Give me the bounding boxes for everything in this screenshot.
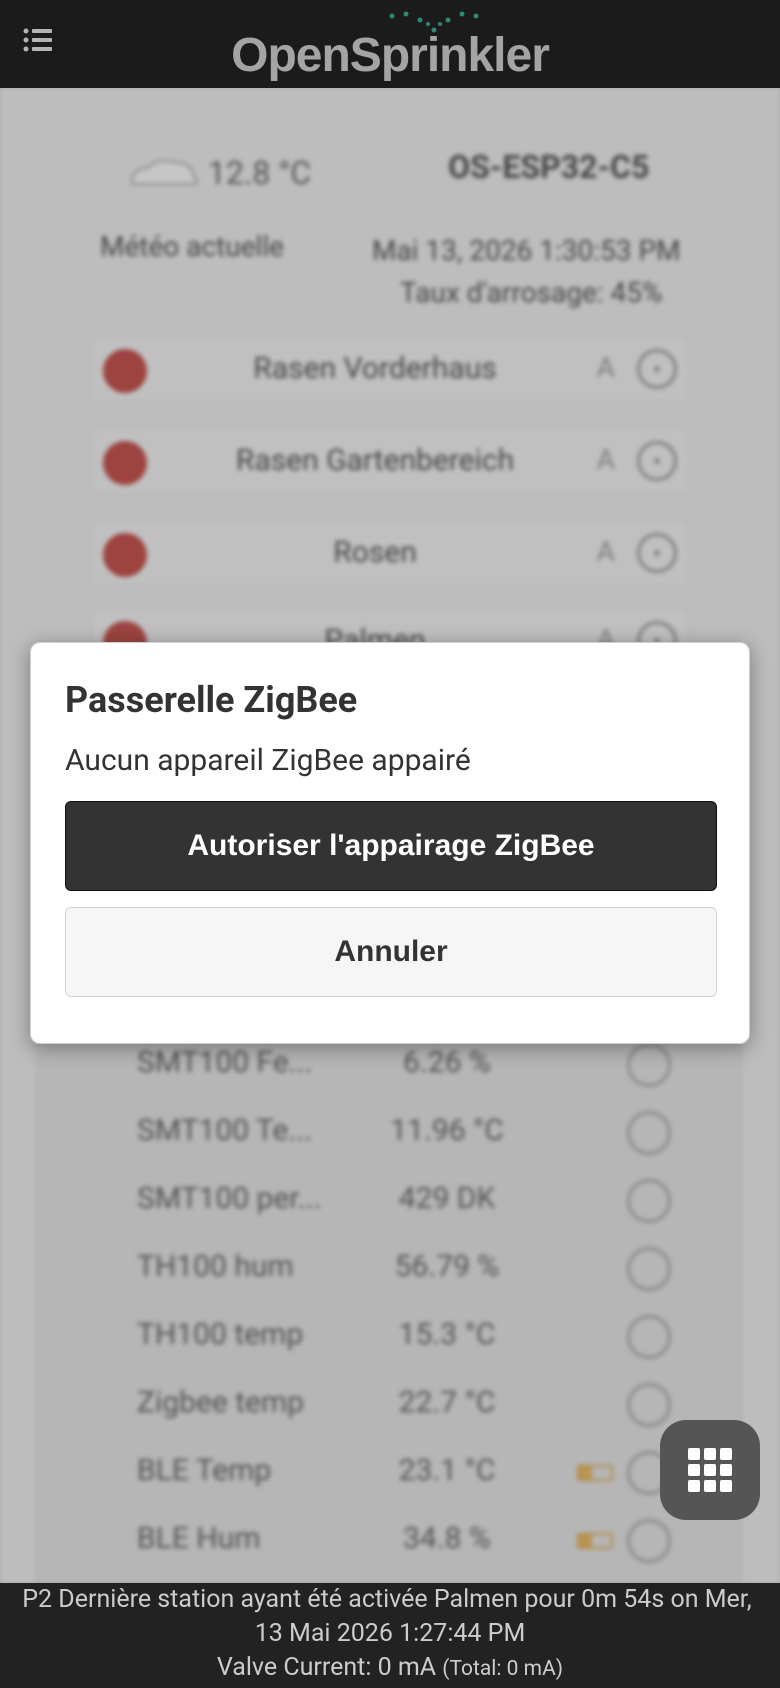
- last-run-line1: P2 Dernière station ayant été activée Pa…: [22, 1585, 752, 1614]
- valve-current: Valve Current: 0 mA (Total: 0 mA): [216, 1653, 564, 1682]
- status-footer: P2 Dernière station ayant été activée Pa…: [0, 1583, 780, 1688]
- last-run-line2: 13 Mai 2026 1:27:44 PM: [254, 1619, 526, 1648]
- zigbee-gateway-dialog: Passerelle ZigBee Aucun appareil ZigBee …: [30, 642, 750, 1044]
- grid-icon: [688, 1448, 732, 1492]
- cancel-button[interactable]: Annuler: [65, 907, 717, 997]
- grid-menu-button[interactable]: [660, 1420, 760, 1520]
- dialog-title: Passerelle ZigBee: [65, 679, 358, 721]
- allow-pairing-button[interactable]: Autoriser l'appairage ZigBee: [65, 801, 717, 891]
- dialog-message: Aucun appareil ZigBee appairé: [65, 743, 471, 778]
